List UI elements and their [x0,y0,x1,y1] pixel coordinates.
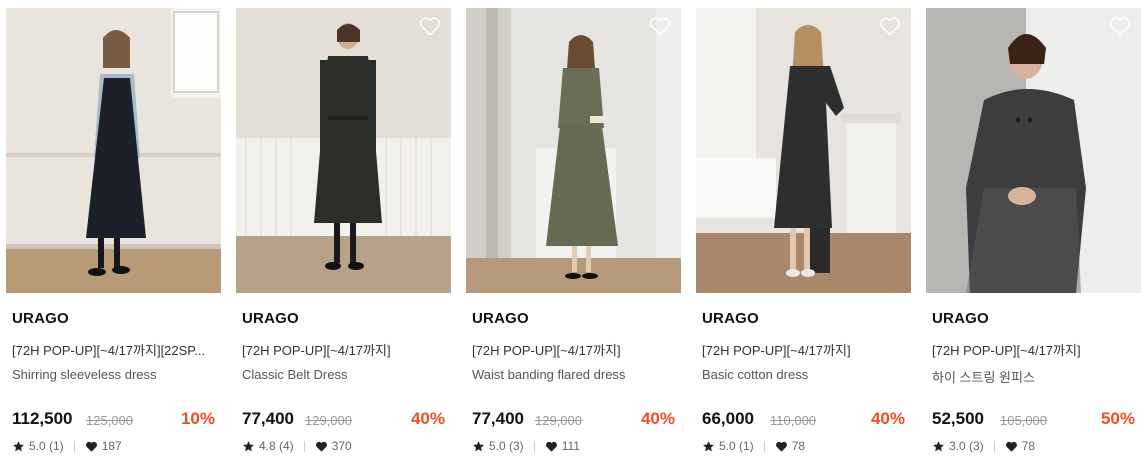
rating-text: 3.0 (3) [949,439,984,453]
discount-rate: 10% [180,409,215,428]
heart-filled-icon [1005,440,1018,453]
brand-name[interactable]: URAGO [472,310,529,327]
wishlist-heart-icon[interactable] [1109,16,1131,36]
original-price: 105,000 [1000,413,1047,428]
product-card[interactable]: URAGO [72H POP-UP][~4/17까지] 하이 스트링 원피스 5… [926,8,1141,472]
discount-rate: 40% [410,409,445,428]
meta-divider [303,440,305,452]
meta-divider [533,440,535,452]
meta-divider [73,440,75,452]
product-image[interactable] [466,8,681,293]
product-grid: URAGO [72H POP-UP][~4/17까지][22SP... Shir… [6,8,1142,472]
product-title[interactable]: [72H POP-UP][~4/17까지] [702,340,907,359]
rating-text: 4.8 (4) [259,439,294,453]
star-icon [932,440,945,453]
rating-text: 5.0 (3) [489,439,524,453]
likes-count: 370 [331,439,352,453]
brand-name[interactable]: URAGO [932,310,989,327]
product-card[interactable]: URAGO [72H POP-UP][~4/17까지] Classic Belt… [236,8,451,472]
discount-rate: 40% [640,409,675,428]
product-subtitle[interactable]: Classic Belt Dress [242,367,447,382]
star-icon [472,440,485,453]
heart-filled-icon [545,440,558,453]
product-meta: 5.0 (1) 78 [702,439,805,453]
original-price: 129,000 [305,413,352,428]
product-meta: 5.0 (1) 187 [12,439,122,453]
heart-filled-icon [315,440,328,453]
rating-text: 5.0 (1) [29,439,64,453]
original-price: 125,000 [86,413,133,428]
product-title[interactable]: [72H POP-UP][~4/17까지] [242,340,447,359]
product-card[interactable]: URAGO [72H POP-UP][~4/17까지] Waist bandin… [466,8,681,472]
product-subtitle[interactable]: Basic cotton dress [702,367,907,382]
wishlist-heart-icon[interactable] [189,16,211,36]
discount-rate: 50% [1100,409,1135,428]
product-meta: 3.0 (3) 78 [932,439,1035,453]
product-subtitle[interactable]: Shirring sleeveless dress [12,367,217,382]
product-title[interactable]: [72H POP-UP][~4/17까지] [932,340,1137,359]
star-icon [242,440,255,453]
sale-price: 77,400 [242,409,294,428]
likes-count: 78 [791,439,806,453]
wishlist-heart-icon[interactable] [879,16,901,36]
wishlist-heart-icon[interactable] [649,16,671,36]
product-image[interactable] [236,8,451,293]
product-subtitle[interactable]: Waist banding flared dress [472,367,677,382]
product-card[interactable]: URAGO [72H POP-UP][~4/17까지][22SP... Shir… [6,8,221,472]
meta-divider [763,440,765,452]
sale-price: 66,000 [702,409,754,428]
product-title[interactable]: [72H POP-UP][~4/17까지] [472,340,677,359]
sale-price: 52,500 [932,409,984,428]
product-meta: 4.8 (4) 370 [242,439,352,453]
product-subtitle[interactable]: 하이 스트링 원피스 [932,367,1137,386]
product-meta: 5.0 (3) 111 [472,439,580,453]
original-price: 129,000 [535,413,582,428]
sale-price: 77,400 [472,409,524,428]
product-title[interactable]: [72H POP-UP][~4/17까지][22SP... [12,340,217,359]
likes-count: 78 [1021,439,1036,453]
original-price: 110,000 [770,413,817,428]
product-image[interactable] [6,8,221,293]
product-card[interactable]: URAGO [72H POP-UP][~4/17까지] Basic cotton… [696,8,911,472]
brand-name[interactable]: URAGO [242,310,299,327]
brand-name[interactable]: URAGO [12,310,69,327]
product-image[interactable] [926,8,1141,293]
heart-filled-icon [775,440,788,453]
star-icon [12,440,25,453]
likes-count: 111 [561,439,580,453]
heart-filled-icon [85,440,98,453]
wishlist-heart-icon[interactable] [419,16,441,36]
product-image[interactable] [696,8,911,293]
discount-rate: 40% [870,409,905,428]
meta-divider [993,440,995,452]
star-icon [702,440,715,453]
rating-text: 5.0 (1) [719,439,754,453]
likes-count: 187 [101,439,122,453]
sale-price: 112,500 [12,409,73,428]
brand-name[interactable]: URAGO [702,310,759,327]
